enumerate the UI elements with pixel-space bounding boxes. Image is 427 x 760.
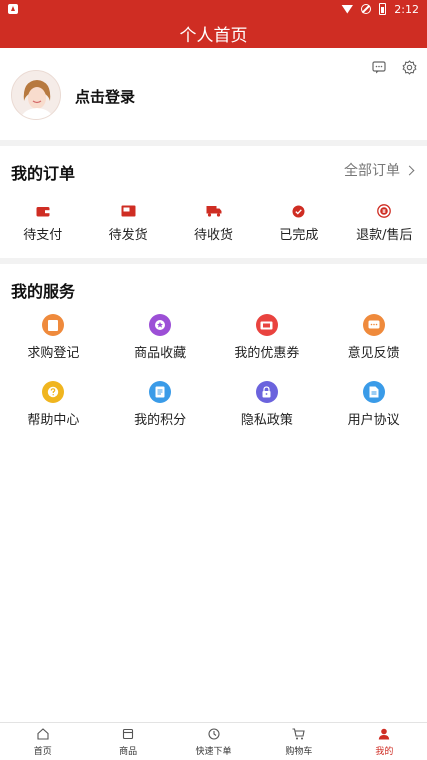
service-favorites[interactable]: 商品收藏 — [107, 314, 214, 361]
order-label: 已完成 — [279, 228, 319, 243]
all-orders-link[interactable]: 全部订单 — [344, 160, 415, 180]
cart-icon — [292, 727, 306, 741]
tab-label: 我的 — [375, 747, 394, 757]
help-icon — [42, 381, 65, 403]
settings-icon[interactable] — [401, 59, 417, 75]
service-coupons[interactable]: 我的优惠券 — [214, 314, 321, 361]
orders-section: 我的订单 全部订单 待支付 待发货 待收货 已完成 退款/售后 — [0, 146, 427, 258]
profile-section: 点击登录 — [0, 48, 427, 140]
register-icon — [42, 314, 65, 336]
tab-home[interactable]: 首页 — [0, 723, 85, 760]
chevron-right-icon — [404, 165, 415, 175]
check-circle-icon — [291, 204, 307, 218]
service-label: 隐私政策 — [240, 413, 293, 428]
agreement-icon — [362, 381, 385, 403]
feedback-icon — [362, 314, 385, 336]
coupon-icon — [255, 314, 278, 336]
tab-label: 快速下单 — [195, 747, 232, 757]
wifi-icon — [341, 4, 354, 14]
service-privacy[interactable]: 隐私政策 — [214, 381, 321, 428]
service-label: 帮助中心 — [27, 413, 80, 428]
order-label: 待支付 — [23, 228, 63, 243]
truck-icon — [206, 204, 222, 218]
order-label: 退款/售后 — [356, 228, 413, 243]
tab-label: 商品 — [119, 747, 138, 757]
page-title: 个人首页 — [179, 25, 248, 46]
no-signal-icon — [361, 4, 372, 14]
service-purchase-register[interactable]: 求购登记 — [0, 314, 107, 361]
service-label: 商品收藏 — [134, 346, 187, 361]
favorite-icon — [149, 314, 172, 336]
order-pending-receipt[interactable]: 待收货 — [171, 204, 256, 243]
battery-icon — [379, 3, 387, 15]
login-link[interactable]: 点击登录 — [75, 86, 135, 107]
all-orders-label: 全部订单 — [344, 163, 400, 179]
user-icon — [377, 727, 391, 741]
app-notification-icon — [8, 4, 18, 14]
avatar-image — [12, 71, 60, 119]
service-label: 用户协议 — [347, 413, 400, 428]
service-points[interactable]: 我的积分 — [107, 381, 214, 428]
order-pending-shipment[interactable]: 待发货 — [85, 204, 170, 243]
service-label: 我的积分 — [134, 413, 187, 428]
page-header: 个人首页 — [0, 18, 427, 48]
service-user-agreement[interactable]: 用户协议 — [320, 381, 427, 428]
tab-quick-order[interactable]: 快速下单 — [171, 723, 256, 760]
tab-mine[interactable]: 我的 — [342, 723, 427, 760]
tab-goods[interactable]: 商品 — [85, 723, 170, 760]
package-icon — [120, 204, 136, 218]
service-label: 意见反馈 — [347, 346, 400, 361]
tab-label: 购物车 — [285, 747, 313, 757]
services-title: 我的服务 — [11, 282, 76, 301]
message-icon[interactable] — [371, 59, 387, 75]
order-label: 待收货 — [194, 228, 234, 243]
privacy-icon — [255, 381, 278, 403]
clock-icon — [207, 727, 221, 741]
status-bar: 2:12 — [0, 0, 427, 18]
points-icon — [149, 381, 172, 403]
wallet-icon — [35, 204, 51, 218]
tab-label: 首页 — [33, 747, 52, 757]
service-help-center[interactable]: 帮助中心 — [0, 381, 107, 428]
order-completed[interactable]: 已完成 — [256, 204, 341, 243]
service-label: 我的优惠券 — [234, 346, 300, 361]
home-icon — [36, 727, 50, 741]
order-label: 待发货 — [108, 228, 148, 243]
status-time: 2:12 — [394, 2, 419, 16]
order-pending-payment[interactable]: 待支付 — [0, 204, 85, 243]
tab-cart[interactable]: 购物车 — [256, 723, 341, 760]
services-section: 我的服务 求购登记 商品收藏 我的优惠券 意见反馈 帮助中心 我的积分 隐私政策 — [0, 264, 427, 729]
refund-icon — [376, 204, 392, 218]
bottom-tab-bar: 首页 商品 快速下单 购物车 我的 — [0, 722, 427, 760]
service-feedback[interactable]: 意见反馈 — [320, 314, 427, 361]
service-label: 求购登记 — [27, 346, 80, 361]
order-refund[interactable]: 退款/售后 — [342, 204, 427, 243]
avatar[interactable] — [11, 70, 61, 120]
goods-icon — [121, 727, 135, 741]
